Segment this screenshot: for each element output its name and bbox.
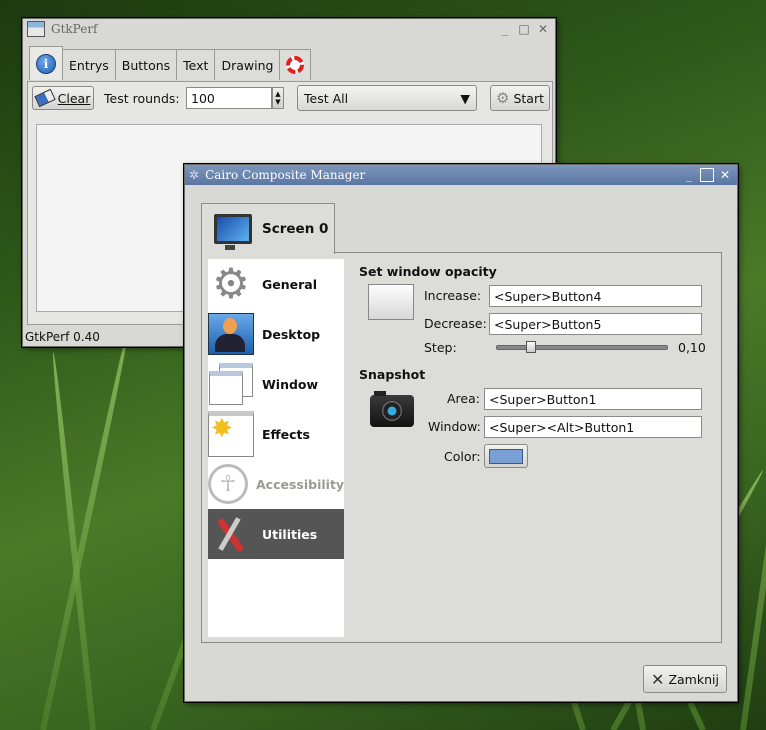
color-picker-button[interactable] [484, 444, 528, 468]
test-select-combo[interactable]: Test All ▼ [297, 85, 477, 111]
step-slider-handle[interactable] [526, 341, 536, 353]
status-bar: GtkPerf 0.40 [25, 330, 100, 344]
info-icon: i [36, 53, 56, 74]
test-rounds-spinner[interactable]: ▲ ▼ [272, 87, 284, 109]
camera-icon [370, 391, 414, 427]
sidebar-item-utilities[interactable]: Utilities [208, 509, 344, 559]
maximize-icon[interactable]: □ [516, 21, 532, 37]
sidebar-item-label: Window [262, 376, 319, 392]
tab-info[interactable]: i [29, 46, 63, 80]
sidebar-item-desktop[interactable]: Desktop [208, 309, 344, 359]
tab-help[interactable] [279, 49, 312, 80]
ccm-tab-panel: ⚙ General Desktop Window ✸ Effects ☥ Acc… [201, 252, 722, 643]
tools-icon [208, 511, 254, 557]
start-label: Start [513, 90, 544, 106]
ccm-title: Cairo Composite Manager [205, 168, 366, 182]
window-field[interactable]: <Super><Alt>Button1 [484, 416, 702, 438]
gtkperf-tabs: i Entrys Buttons Text Drawing [29, 46, 312, 80]
gears-icon: ⚙ [496, 89, 510, 107]
close-icon[interactable]: ✕ [717, 167, 733, 183]
increase-field[interactable]: <Super>Button4 [489, 285, 702, 307]
screen-tab-label: Screen 0 [262, 221, 329, 237]
minimize-icon[interactable]: _ [497, 21, 513, 37]
sidebar-item-window[interactable]: Window [208, 359, 344, 409]
gtkperf-titlebar[interactable]: GtkPerf _ □ ✕ [23, 19, 555, 39]
dropdown-arrow-icon: ▼ [460, 90, 470, 106]
tab-buttons[interactable]: Buttons [114, 49, 178, 80]
sidebar-item-general[interactable]: ⚙ General [208, 259, 344, 309]
test-select-value: Test All [304, 90, 349, 106]
desktop-user-icon [208, 311, 254, 357]
sidebar-item-effects[interactable]: ✸ Effects [208, 409, 344, 459]
tab-entrys[interactable]: Entrys [62, 49, 116, 80]
test-rounds-label: Test rounds: [104, 91, 180, 106]
opacity-preview-icon [368, 284, 414, 320]
close-x-icon: ✕ [651, 669, 665, 689]
area-field[interactable]: <Super>Button1 [484, 388, 702, 410]
eraser-icon [33, 88, 56, 108]
close-icon[interactable]: ✕ [535, 21, 551, 37]
increase-label: Increase: [424, 288, 482, 303]
category-list: ⚙ General Desktop Window ✸ Effects ☥ Acc… [208, 259, 344, 637]
step-slider[interactable] [496, 345, 668, 350]
sidebar-item-label: Utilities [262, 526, 318, 542]
step-value: 0,10 [678, 340, 706, 355]
tab-text[interactable]: Text [176, 49, 216, 80]
decrease-field[interactable]: <Super>Button5 [489, 313, 702, 335]
sidebar-item-label: Effects [262, 426, 310, 442]
color-swatch [489, 448, 523, 464]
snapshot-header: Snapshot [359, 367, 426, 382]
close-label: Zamknij [668, 671, 719, 687]
tab-drawing[interactable]: Drawing [214, 49, 281, 80]
clear-button[interactable]: Clear [32, 86, 94, 110]
gtkperf-title: GtkPerf [51, 22, 98, 36]
sidebar-item-accessibility[interactable]: ☥ Accessibility [208, 459, 344, 509]
start-button[interactable]: ⚙ Start [490, 85, 550, 111]
tab-screen-0[interactable]: Screen 0 [201, 203, 335, 254]
opacity-header: Set window opacity [359, 264, 497, 279]
effects-star-icon: ✸ [208, 411, 254, 457]
decrease-label: Decrease: [424, 316, 487, 331]
area-label: Area: [447, 391, 480, 406]
gear-icon: ⚙ [212, 259, 250, 308]
lifebuoy-icon [286, 56, 305, 74]
sidebar-item-label: Accessibility [256, 476, 345, 492]
sidebar-item-label: Desktop [262, 326, 321, 342]
monitor-icon [214, 214, 252, 250]
ccm-window: ✲ Cairo Composite Manager _ ✕ Screen 0 ⚙… [184, 164, 738, 702]
window-label: Window: [428, 419, 481, 434]
maximize-icon[interactable] [700, 168, 714, 182]
window-icon [208, 361, 254, 407]
color-label: Color: [444, 449, 481, 464]
close-button[interactable]: ✕ Zamknij [643, 665, 727, 693]
test-rounds-input[interactable]: 100 [186, 87, 272, 109]
clear-label: Clear [57, 90, 91, 106]
ccm-titlebar[interactable]: ✲ Cairo Composite Manager _ ✕ [185, 165, 737, 185]
accessibility-icon: ☥ [208, 461, 248, 507]
step-label: Step: [424, 340, 457, 355]
sidebar-item-label: General [262, 276, 317, 292]
app-window-icon [27, 21, 45, 37]
ccm-app-icon: ✲ [189, 168, 200, 182]
minimize-icon[interactable]: _ [681, 167, 697, 183]
